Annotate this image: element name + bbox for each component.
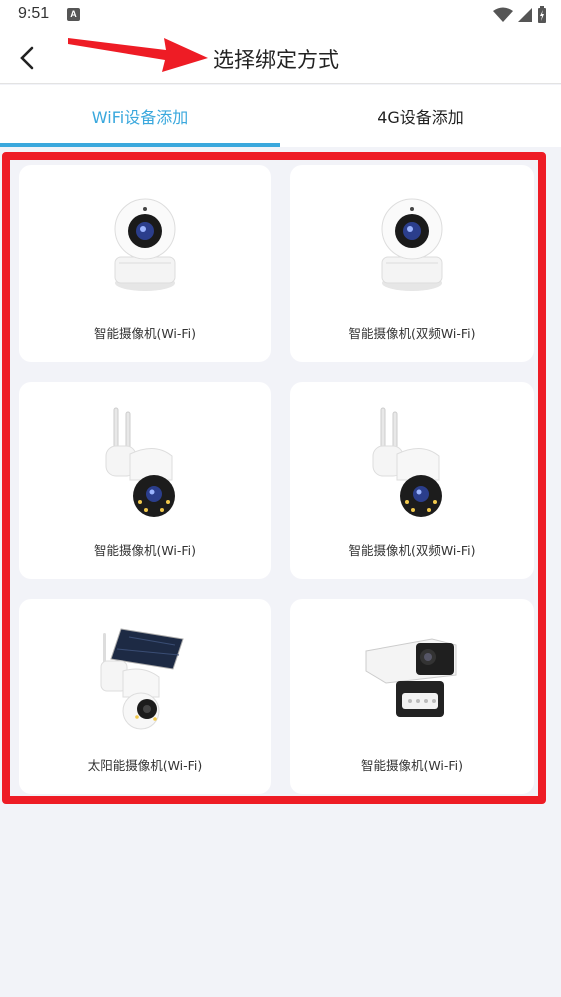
notification-icon: A xyxy=(67,8,80,21)
signal-icon xyxy=(518,8,532,22)
outdoor-ptz-camera-icon xyxy=(105,407,175,517)
tab-4g[interactable]: 4G设备添加 xyxy=(280,85,561,147)
device-label: 太阳能摄像机(Wi-Fi) xyxy=(87,758,203,773)
indoor-dome-camera-icon xyxy=(381,198,443,291)
device-label: 智能摄像机(双频Wi-Fi) xyxy=(348,543,476,558)
device-label: 智能摄像机(双频Wi-Fi) xyxy=(348,326,476,341)
tab-bar: WiFi设备添加 4G设备添加 xyxy=(0,85,561,147)
device-card[interactable]: 智能摄像机(Wi-Fi) xyxy=(19,165,271,362)
device-card[interactable]: 太阳能摄像机(Wi-Fi) xyxy=(19,599,271,794)
device-label: 智能摄像机(Wi-Fi) xyxy=(93,326,197,341)
device-label: 智能摄像机(Wi-Fi) xyxy=(93,543,197,558)
page-title: 选择绑定方式 xyxy=(213,48,339,72)
outdoor-ptz-camera-icon xyxy=(372,407,442,517)
device-label: 智能摄像机(Wi-Fi) xyxy=(360,758,464,773)
status-time: 9:51 xyxy=(18,5,50,22)
device-card[interactable]: 智能摄像机(Wi-Fi) xyxy=(19,382,271,579)
battery-charging-icon xyxy=(538,6,546,23)
solar-camera-icon xyxy=(100,628,184,730)
status-bar: 9:51 A xyxy=(0,0,561,32)
status-icons xyxy=(493,6,547,24)
wifi-icon xyxy=(493,7,513,22)
device-card[interactable]: 智能摄像机(双频Wi-Fi) xyxy=(290,382,534,579)
device-card[interactable]: 智能摄像机(双频Wi-Fi) xyxy=(290,165,534,362)
chevron-left-icon xyxy=(20,46,34,70)
tab-wifi[interactable]: WiFi设备添加 xyxy=(0,85,280,147)
device-grid: 智能摄像机(Wi-Fi) 智能摄像机(双频Wi-Fi) 智能摄像机(Wi-Fi)… xyxy=(0,148,561,810)
indoor-dome-camera-icon xyxy=(114,198,176,291)
back-button[interactable] xyxy=(12,40,42,76)
app-header: 选择绑定方式 xyxy=(0,32,561,84)
active-tab-indicator xyxy=(0,143,280,147)
device-card[interactable]: 智能摄像机(Wi-Fi) xyxy=(290,599,534,794)
bullet-camera-icon xyxy=(365,638,457,717)
